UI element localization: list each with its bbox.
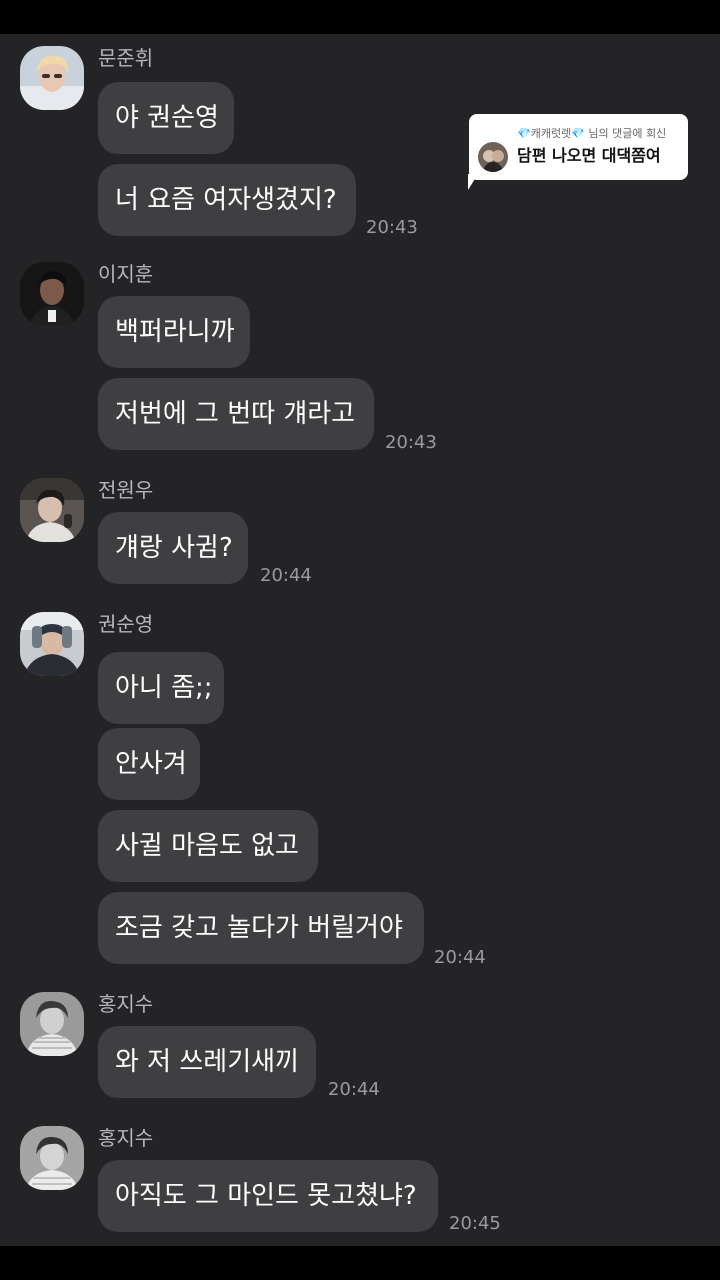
message-bubble[interactable]: 조금 갖고 놀다가 버릴거야 [98, 892, 424, 964]
gem-icon: 💎 [517, 127, 531, 140]
reply-comment-text: 담편 나오면 대댁쫌여 [517, 146, 661, 165]
sender-name: 이지훈 [98, 262, 154, 286]
message-bubble[interactable]: 아니 좀;; [98, 652, 224, 724]
reply-username: 캐캐럿렛 [530, 127, 572, 140]
message-bubble[interactable]: 야 권순영 [98, 82, 234, 154]
message-time: 20:43 [385, 432, 437, 453]
reply-card-header: 💎캐캐럿렛💎 님의 댓글에 회신 [517, 127, 666, 141]
message-time: 20:44 [260, 565, 312, 586]
sender-name: 홍지수 [98, 992, 154, 1016]
sender-name: 권순영 [98, 612, 154, 636]
sender-name: 전원우 [98, 478, 154, 502]
reply-avatar-icon [478, 142, 508, 172]
message-time: 20:44 [328, 1079, 380, 1100]
reply-label: 님의 댓글에 회신 [584, 127, 667, 140]
avatar-icon[interactable] [20, 612, 84, 676]
avatar-icon[interactable] [20, 992, 84, 1056]
comment-reply-card[interactable]: 💎캐캐럿렛💎 님의 댓글에 회신 담편 나오면 대댁쫌여 [469, 114, 688, 180]
sender-name: 홍지수 [98, 1126, 154, 1150]
message-bubble[interactable]: 아직도 그 마인드 못고쳤냐? [98, 1160, 438, 1232]
message-bubble[interactable]: 너 요즘 여자생겼지? [98, 164, 356, 236]
avatar-icon[interactable] [20, 478, 84, 542]
chat-screen[interactable]: 문준휘 야 권순영 너 요즘 여자생겼지? 20:43 이지훈 백퍼라니까 저번… [0, 34, 720, 1246]
message-bubble[interactable]: 백퍼라니까 [98, 296, 250, 368]
message-bubble[interactable]: 안사겨 [98, 728, 200, 800]
message-bubble[interactable]: 걔랑 사귐? [98, 512, 248, 584]
message-time: 20:45 [449, 1213, 501, 1234]
message-bubble[interactable]: 와 저 쓰레기새끼 [98, 1026, 316, 1098]
message-time: 20:44 [434, 947, 486, 968]
message-time: 20:43 [366, 217, 418, 238]
message-bubble[interactable]: 사귈 마음도 없고 [98, 810, 318, 882]
message-bubble[interactable]: 저번에 그 번따 걔라고 [98, 378, 374, 450]
avatar-icon[interactable] [20, 1126, 84, 1190]
sender-name: 문준휘 [98, 46, 154, 70]
gem-icon: 💎 [571, 127, 585, 140]
avatar-icon[interactable] [20, 262, 84, 326]
avatar-icon[interactable] [20, 46, 84, 110]
